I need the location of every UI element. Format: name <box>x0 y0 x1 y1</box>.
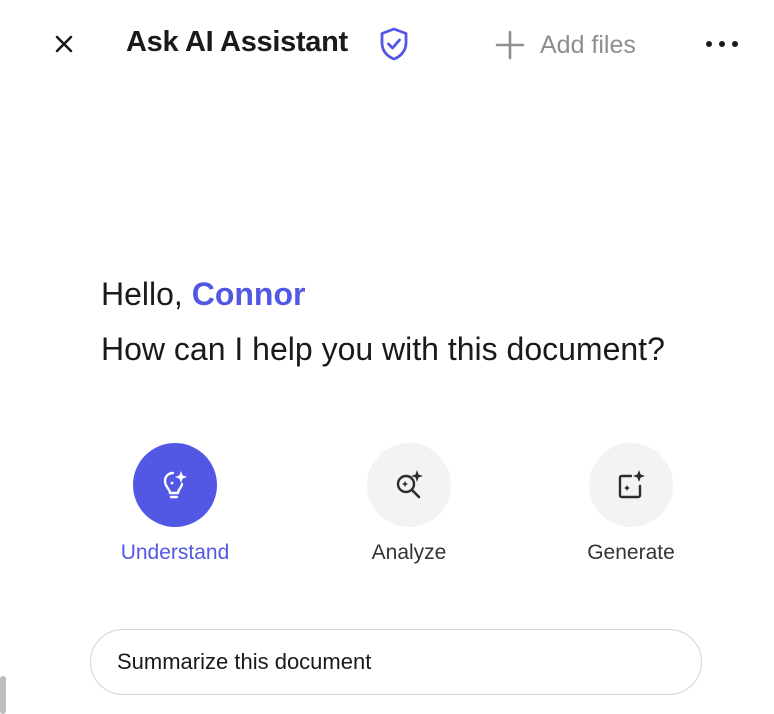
understand-button[interactable]: Understand <box>95 443 255 565</box>
panel-title: Ask AI Assistant <box>126 26 348 58</box>
greeting-line: Hello, Connor <box>101 272 305 316</box>
understand-label: Understand <box>120 541 230 564</box>
more-options-button[interactable] <box>702 30 742 58</box>
shield-check-icon <box>380 27 408 61</box>
more-horizontal-icon <box>706 41 738 47</box>
understand-circle <box>133 443 217 527</box>
scrollbar-thumb[interactable] <box>0 676 6 714</box>
generate-label: Generate <box>587 541 675 564</box>
greeting-question: How can I help you with this document? <box>101 331 665 367</box>
generate-circle <box>589 443 673 527</box>
analyze-label: Analyze <box>371 541 447 564</box>
generate-button[interactable]: Generate <box>551 443 711 565</box>
lightbulb-sparkle-icon <box>163 471 187 499</box>
suggestion-summarize-button[interactable]: Summarize this document <box>90 629 702 695</box>
analyze-circle <box>367 443 451 527</box>
ai-assistant-panel: Ask AI Assistant Add files Hello, Connor… <box>0 0 774 714</box>
greeting-hello: Hello, <box>101 276 192 312</box>
add-files-button[interactable]: Add files <box>494 26 636 64</box>
magnify-sparkle-icon <box>396 470 423 499</box>
close-button[interactable] <box>50 30 78 58</box>
add-files-label: Add files <box>540 30 636 59</box>
user-name: Connor <box>191 276 306 312</box>
plus-icon <box>495 30 525 60</box>
close-icon <box>55 35 73 53</box>
analyze-button[interactable]: Analyze <box>329 443 489 565</box>
suggestion-label: Summarize this document <box>117 649 372 674</box>
create-sparkle-icon <box>618 470 645 499</box>
